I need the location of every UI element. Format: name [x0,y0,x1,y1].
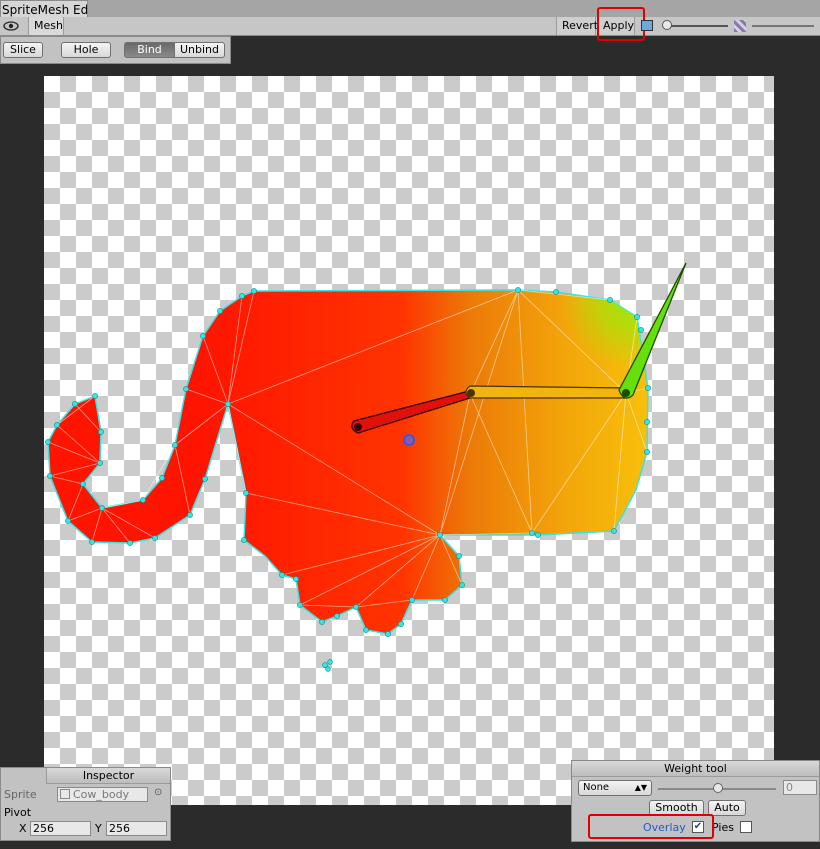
bone-orange-joint[interactable] [467,389,475,397]
pivot-label: Pivot [4,806,32,819]
bone-red-joint[interactable] [354,423,362,431]
pivot-x-field[interactable]: 256 [30,821,91,836]
object-picker-icon[interactable]: ⊙ [154,787,166,799]
dropdown-arrow-icon: ▲▼ [634,783,647,792]
sprite-icon [60,789,70,799]
sprite-label: Sprite [4,788,37,801]
smooth-label: Smooth [655,801,698,814]
inspector-title: Inspector [46,768,170,784]
sprite-field[interactable]: Cow_body [57,787,148,802]
pivot-y-field[interactable]: 256 [106,821,167,836]
auto-button[interactable]: Auto [708,800,746,816]
pivot-y-label: Y [95,822,102,835]
sprite-value: Cow_body [73,788,130,801]
bone-green-joint[interactable] [622,389,630,397]
cow-body-mesh[interactable] [47,289,649,635]
overlay-highlight [588,814,714,839]
pies-label: Pies [712,821,734,834]
auto-label: Auto [714,801,740,814]
weight-slider-thumb[interactable] [713,783,723,793]
weight-value-field[interactable]: 0 [783,780,817,795]
bone-select-value: None [583,782,610,793]
bone-orange[interactable] [465,385,627,399]
weight-slider[interactable] [658,783,776,793]
pivot-handle[interactable] [403,434,415,446]
sprite-mesh-overlay [45,262,687,672]
inspector-panel: Inspector Sprite Cow_body ⊙ Pivot X 256 … [0,767,171,841]
pies-checkbox[interactable] [740,821,752,833]
weight-tool-title: Weight tool [572,761,819,777]
pivot-x-label: X [19,822,27,835]
bone-select-dropdown[interactable]: None ▲▼ [578,780,652,796]
